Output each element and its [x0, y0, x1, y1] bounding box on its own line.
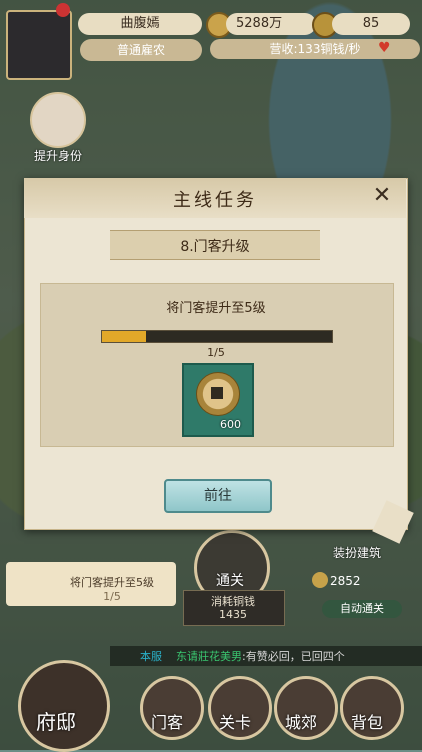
npc-portrait[interactable]: [30, 92, 86, 148]
coin-hole: [211, 387, 223, 399]
chat-message: 东请莊花美男:有赞必回，已回四个: [176, 648, 345, 664]
quest-description: 将门客提升至5级: [166, 301, 266, 316]
gold-amount: 85: [332, 13, 410, 35]
nav-retainer-label: 门客: [151, 713, 184, 732]
chat-sender: 东请莊花美男: [176, 650, 242, 663]
money-amount: 5288万: [226, 13, 316, 35]
coin-icon: [312, 572, 328, 588]
player-name: 曲腹嫣: [78, 13, 202, 35]
nav-level-button[interactable]: 关卡: [208, 676, 272, 740]
heart-icon: ♥: [378, 40, 391, 56]
quest-progress-text: 1/5: [207, 346, 225, 359]
nav-bag-label: 背包: [351, 713, 384, 732]
nav-home-label: 府邸: [36, 710, 76, 734]
modal-title: 主线任务: [173, 190, 257, 211]
reward-amount: 600: [220, 418, 241, 431]
quest-tracker-progress: 1/5: [103, 590, 121, 603]
nav-city-label: 城郊: [285, 713, 318, 732]
nav-level-label: 关卡: [219, 713, 252, 732]
notification-dot: [56, 3, 70, 17]
chat-channel-tag: 本服: [140, 650, 162, 663]
chat-message-text: :有赞必回，已回四个: [242, 650, 345, 663]
auto-pass-button[interactable]: 自动通关: [322, 600, 402, 618]
promote-identity-label[interactable]: 提升身份: [22, 147, 94, 164]
go-button[interactable]: 前往: [164, 479, 272, 513]
decorate-building-button[interactable]: 装扮建筑: [333, 544, 381, 561]
nav-retainer-button[interactable]: 门客: [140, 676, 204, 740]
quest-name: 8.门客升级: [180, 239, 250, 255]
decorate-cost: 2852: [330, 574, 361, 588]
pass-level-label: 通关: [216, 573, 244, 589]
pass-cost-value: 1435: [219, 608, 247, 621]
nav-bag-button[interactable]: 背包: [340, 676, 404, 740]
quest-progress-fill: [102, 331, 146, 342]
player-rank: 普通雇农: [80, 39, 202, 61]
nav-city-button[interactable]: 城郊: [274, 676, 338, 740]
quest-tracker-text: 将门客提升至5级: [70, 576, 154, 589]
player-avatar[interactable]: [6, 10, 72, 80]
pass-cost-label: 消耗铜钱: [211, 595, 255, 608]
close-icon[interactable]: ✕: [370, 184, 394, 208]
